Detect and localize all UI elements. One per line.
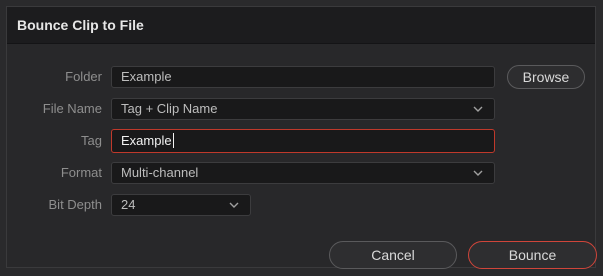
- cancel-button[interactable]: Cancel: [329, 241, 457, 269]
- chevron-down-icon: [229, 202, 239, 208]
- file-name-value: Tag + Clip Name: [121, 101, 218, 116]
- browse-button[interactable]: Browse: [507, 65, 585, 89]
- file-name-select[interactable]: Tag + Clip Name: [111, 98, 495, 120]
- bit-depth-label: Bit Depth: [48, 197, 102, 212]
- format-label: Format: [60, 165, 102, 180]
- format-select[interactable]: Multi-channel: [111, 162, 495, 184]
- chevron-down-icon: [473, 106, 483, 112]
- folder-value: Example: [121, 69, 172, 84]
- folder-field[interactable]: Example: [111, 66, 495, 88]
- bounce-clip-dialog: Bounce Clip to File Folder Example Brows…: [6, 6, 597, 269]
- format-value: Multi-channel: [121, 165, 199, 180]
- bounce-button[interactable]: Bounce: [468, 241, 597, 269]
- dialog-titlebar: Bounce Clip to File: [7, 7, 595, 44]
- dialog-title: Bounce Clip to File: [17, 17, 144, 33]
- bit-depth-value: 24: [121, 197, 136, 212]
- folder-label: Folder: [65, 69, 102, 84]
- bit-depth-select[interactable]: 24: [111, 194, 251, 216]
- chevron-down-icon: [473, 170, 483, 176]
- tag-label: Tag: [81, 133, 102, 148]
- text-cursor: [172, 133, 174, 148]
- tag-value: Example: [121, 133, 172, 148]
- file-name-label: File Name: [42, 101, 102, 116]
- tag-input[interactable]: Example: [111, 129, 495, 153]
